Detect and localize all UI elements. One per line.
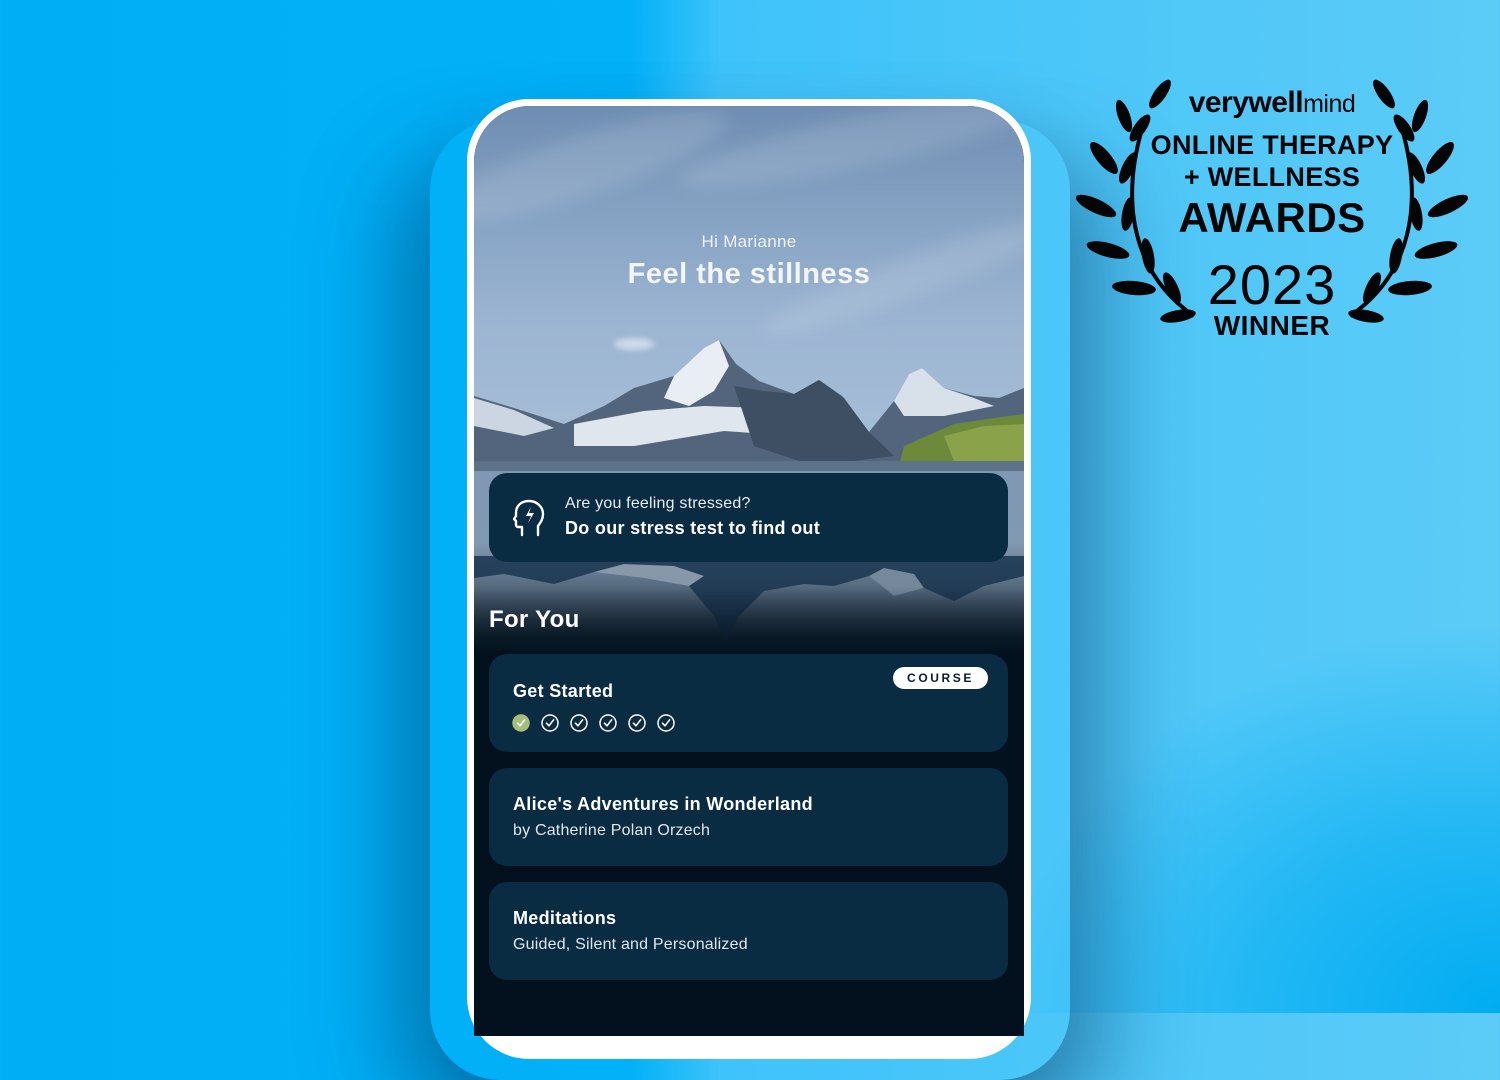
app-screen: Hi Marianne Feel the stillness Are you f… xyxy=(474,106,1024,1036)
award-brand: verywellmind xyxy=(1076,86,1468,120)
award-line-2: + WELLNESS xyxy=(1183,162,1361,192)
award-badge: verywellmind ONLINE THERAPY + WELLNESS A… xyxy=(1076,76,1468,346)
brand-bold: verywell xyxy=(1188,86,1304,119)
card-title: Meditations xyxy=(513,908,617,928)
award-year: 2023 xyxy=(1207,253,1337,316)
card-subtitle: Guided, Silent and Personalized xyxy=(513,936,748,953)
head-lightning-icon xyxy=(513,499,545,537)
course-title: Get Started xyxy=(513,681,614,701)
step-check-icon[interactable] xyxy=(570,714,588,732)
course-card-get-started[interactable]: Get Started COURSE xyxy=(489,654,1008,752)
stress-test-card[interactable]: Are you feeling stressed? Do our stress … xyxy=(489,473,1008,562)
step-check-icon[interactable] xyxy=(541,714,559,732)
course-badge: COURSE xyxy=(893,667,988,689)
card-subtitle: by Catherine Polan Orzech xyxy=(513,822,711,839)
section-title-for-you: For You xyxy=(489,606,580,633)
step-completed-icon[interactable] xyxy=(512,714,530,732)
step-check-icon[interactable] xyxy=(628,714,646,732)
card-title: Alice's Adventures in Wonderland xyxy=(513,794,813,814)
content-card-meditations[interactable]: Meditations Guided, Silent and Personali… xyxy=(489,882,1008,980)
greeting-text: Hi Marianne xyxy=(701,232,797,251)
award-line-1: ONLINE THERAPY xyxy=(1150,130,1394,160)
stress-question: Are you feeling stressed? xyxy=(565,495,751,512)
step-check-icon[interactable] xyxy=(657,714,675,732)
course-progress-steps xyxy=(512,714,675,732)
stress-test-link[interactable]: Do our stress test to find out xyxy=(565,518,820,539)
step-check-icon[interactable] xyxy=(599,714,617,732)
background-shade xyxy=(1000,620,1500,1013)
brand-light: mind xyxy=(1303,90,1356,118)
award-line-3: AWARDS xyxy=(1178,194,1366,241)
award-status: WINNER xyxy=(1213,310,1331,341)
headline: Feel the stillness xyxy=(627,258,871,290)
mountain-range-image xyxy=(474,340,1024,486)
content-card-alice[interactable]: Alice's Adventures in Wonderland by Cath… xyxy=(489,768,1008,866)
